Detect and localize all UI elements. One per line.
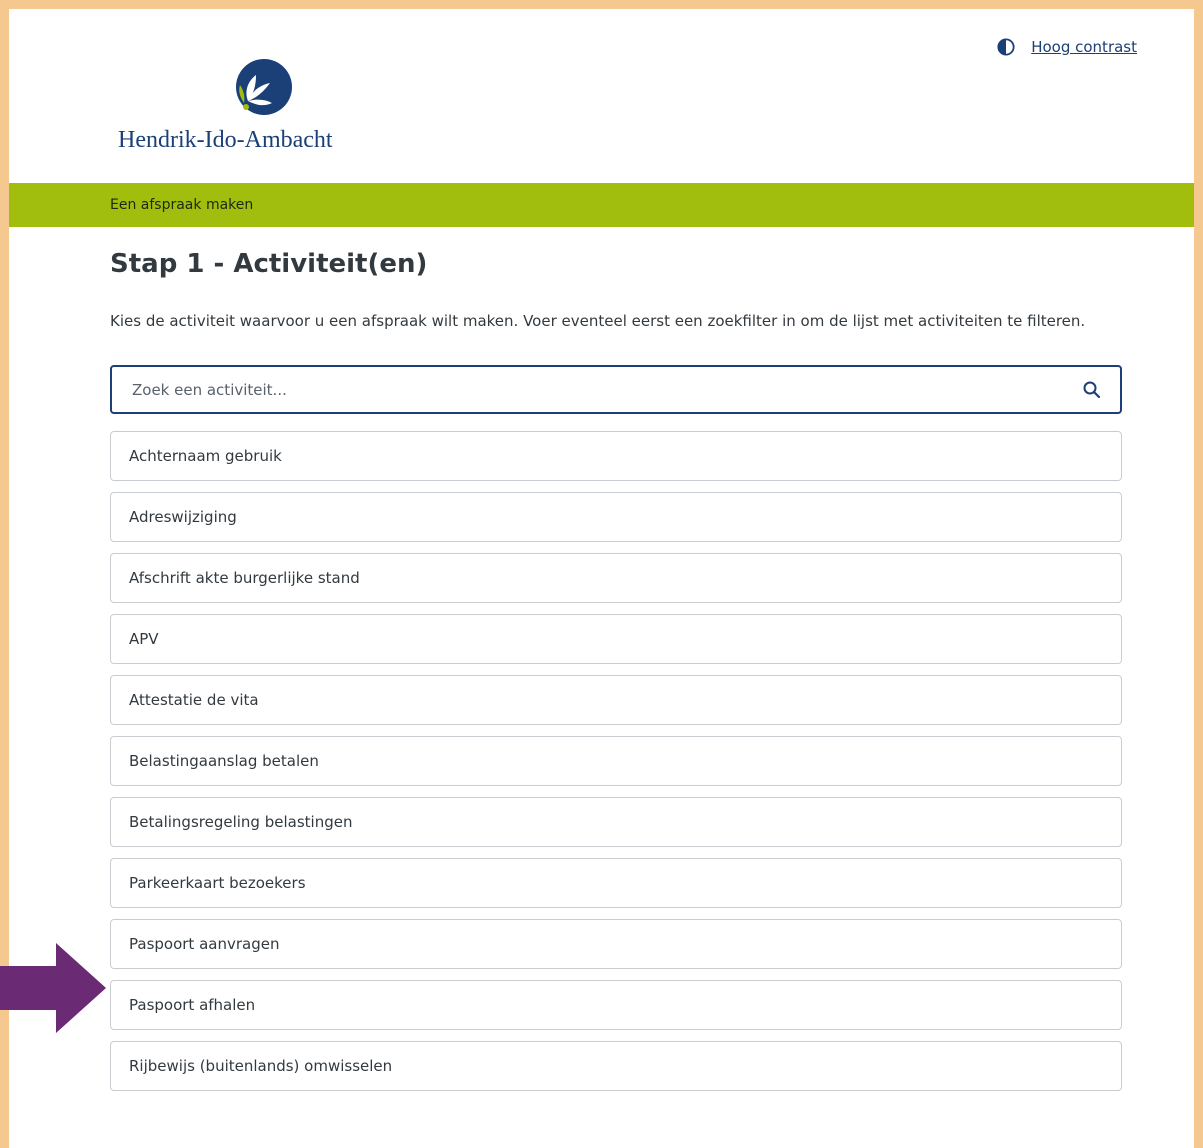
logo-mark-icon [236, 59, 292, 115]
page: Hoog contrast Hendrik-Ido-Ambacht Een af… [9, 9, 1194, 1148]
activity-item-achternaam-gebruik[interactable]: Achternaam gebruik [110, 431, 1122, 481]
activity-item-paspoort-afhalen[interactable]: Paspoort afhalen [110, 980, 1122, 1030]
activity-item-paspoort-aanvragen[interactable]: Paspoort aanvragen [110, 919, 1122, 969]
page-title: Stap 1 - Activiteit(en) [110, 249, 428, 279]
search-input[interactable] [130, 379, 1034, 400]
high-contrast-link[interactable]: Hoog contrast [1031, 38, 1137, 56]
search-box [110, 365, 1122, 414]
activity-list: Achternaam gebruik Adreswijziging Afschr… [110, 431, 1122, 1091]
main-content: Stap 1 - Activiteit(en) Kies de activite… [9, 249, 1122, 1091]
annotation-arrow-icon [0, 943, 106, 1033]
section-banner: Een afspraak maken [9, 183, 1194, 227]
activity-item-rijbewijs-omwisselen[interactable]: Rijbewijs (buitenlands) omwisselen [110, 1041, 1122, 1091]
intro-text: Kies de activiteit waarvoor u een afspra… [110, 312, 1086, 330]
contrast-icon[interactable] [997, 38, 1015, 56]
logo[interactable]: Hendrik-Ido-Ambacht [118, 57, 378, 157]
header: Hoog contrast Hendrik-Ido-Ambacht [9, 9, 1194, 183]
activity-item-adreswijziging[interactable]: Adreswijziging [110, 492, 1122, 542]
activity-item-attestatie-de-vita[interactable]: Attestatie de vita [110, 675, 1122, 725]
activity-item-parkeerkaart-bezoekers[interactable]: Parkeerkaart bezoekers [110, 858, 1122, 908]
contrast-toggle: Hoog contrast [997, 38, 1137, 56]
banner-label: Een afspraak maken [110, 197, 254, 213]
activity-item-afschrift-akte[interactable]: Afschrift akte burgerlijke stand [110, 553, 1122, 603]
activity-item-belastingaanslag-betalen[interactable]: Belastingaanslag betalen [110, 736, 1122, 786]
search-icon[interactable] [1082, 380, 1102, 400]
activity-item-apv[interactable]: APV [110, 614, 1122, 664]
activity-item-betalingsregeling[interactable]: Betalingsregeling belastingen [110, 797, 1122, 847]
logo-text: Hendrik-Ido-Ambacht [118, 127, 333, 153]
